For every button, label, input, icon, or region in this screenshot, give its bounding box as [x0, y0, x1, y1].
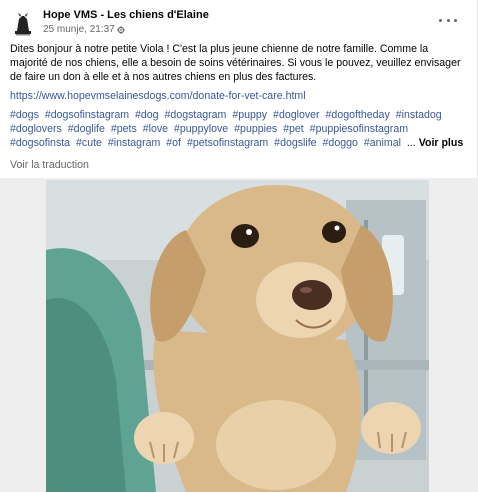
post-meta: Hope VMS - Les chiens d'Elaine 25 munje,…: [43, 8, 209, 36]
hashtag-link[interactable]: #puppylove: [174, 123, 228, 135]
page-name[interactable]: Hope VMS - Les chiens d'Elaine: [43, 8, 209, 22]
hashtag-link[interactable]: #dogslife: [274, 137, 316, 149]
post-timestamp[interactable]: 25 munje, 21:37: [43, 23, 115, 36]
see-translation-link[interactable]: Voir la traduction: [10, 158, 89, 172]
hashtag-container: #dogs #dogsofinstagram #dog #dogstagram …: [10, 109, 445, 149]
page-avatar[interactable]: [11, 9, 35, 37]
post-body: Dites bonjour à notre petite Viola ! C'e…: [10, 43, 461, 83]
hashtag-link[interactable]: #of: [166, 137, 181, 149]
hashtag-link[interactable]: #doglife: [68, 123, 105, 135]
hashtag-link[interactable]: #puppy: [232, 109, 267, 121]
hashtag-link[interactable]: #puppiesofinstagram: [310, 123, 408, 135]
hashtag-link[interactable]: #love: [143, 123, 168, 135]
hashtag-link[interactable]: #petsofinstagram: [187, 137, 268, 149]
timestamp-row: 25 munje, 21:37: [43, 23, 209, 36]
hashtag-link[interactable]: #dogoftheday: [326, 109, 390, 121]
puppy-photo[interactable]: [46, 180, 429, 492]
hashtag-link[interactable]: #doglover: [273, 109, 320, 121]
hashtag-link[interactable]: #dog: [135, 109, 159, 121]
see-more-button[interactable]: Voir plus: [419, 137, 464, 149]
hashtag-link[interactable]: #pet: [283, 123, 304, 135]
donate-link[interactable]: https://www.hopevmselainesdogs.com/donat…: [10, 89, 306, 103]
hashtag-link[interactable]: #dogsofinstagram: [45, 109, 129, 121]
more-options-icon[interactable]: [439, 14, 457, 26]
facebook-post: Hope VMS - Les chiens d'Elaine 25 munje,…: [0, 0, 478, 492]
hashtag-list: #dogs #dogsofinstagram #dog #dogstagram …: [10, 108, 470, 150]
ellipsis: ...: [406, 137, 416, 149]
hashtag-link[interactable]: #puppies: [234, 123, 277, 135]
audience-gear-icon[interactable]: [116, 25, 125, 34]
hashtag-link[interactable]: #dogsofinsta: [10, 137, 70, 149]
hashtag-link[interactable]: #dogstagram: [165, 109, 227, 121]
hashtag-link[interactable]: #instagram: [108, 137, 160, 149]
hashtag-link[interactable]: #animal: [364, 137, 401, 149]
hashtag-link[interactable]: #doglovers: [10, 123, 62, 135]
hashtag-link[interactable]: #instadog: [396, 109, 442, 121]
hashtag-link[interactable]: #pets: [111, 123, 137, 135]
post-header: Hope VMS - Les chiens d'Elaine 25 munje,…: [11, 8, 467, 40]
hashtag-link[interactable]: #dogs: [10, 109, 39, 121]
hashtag-link[interactable]: #doggo: [323, 137, 358, 149]
hashtag-link[interactable]: #cute: [76, 137, 102, 149]
dog-logo-icon: [11, 9, 35, 37]
